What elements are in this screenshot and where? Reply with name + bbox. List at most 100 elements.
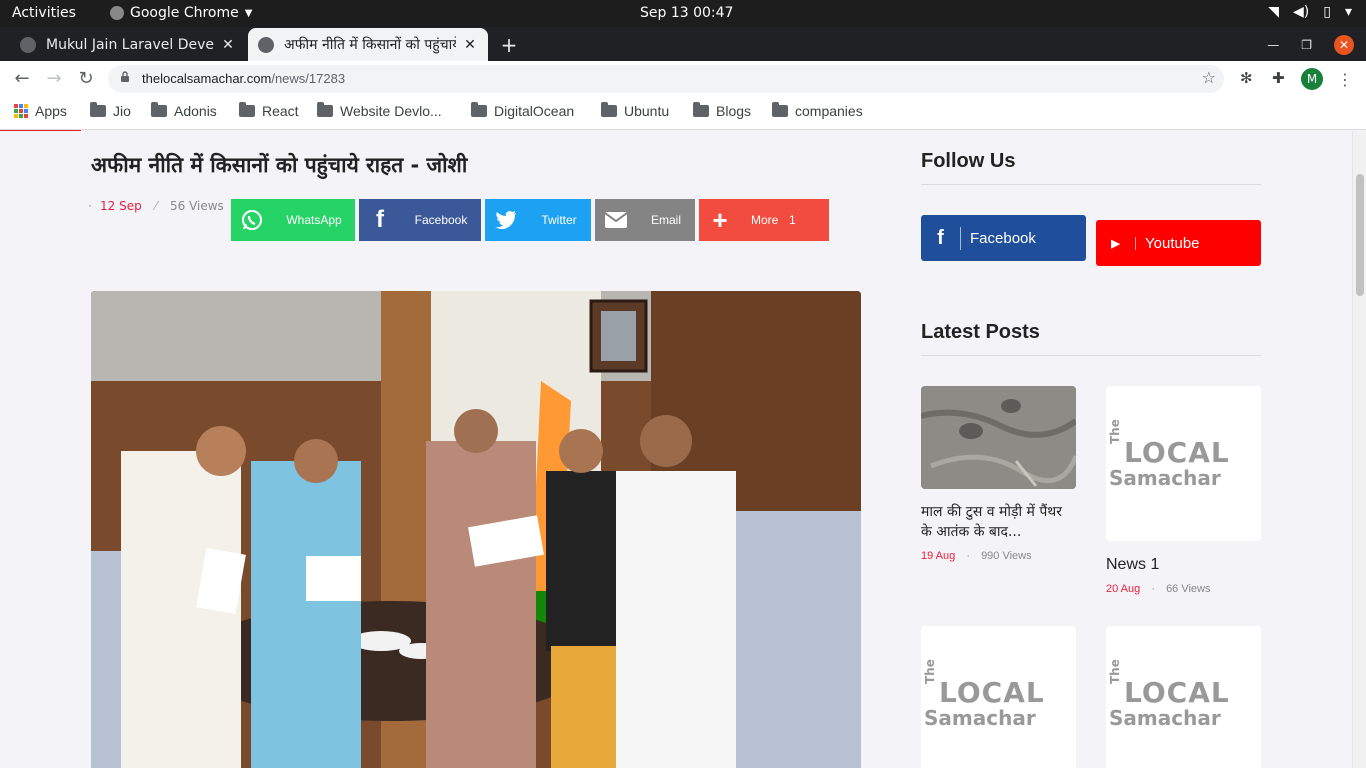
system-tray[interactable]: ◥ ◀) ▯ ▾ xyxy=(1268,4,1352,20)
share-facebook-button[interactable]: f Facebook xyxy=(359,199,481,241)
bookmark-folder-adonis[interactable]: Adonis xyxy=(151,102,217,119)
share-more-button[interactable]: + More 1 xyxy=(699,199,829,241)
facebook-follow-label: Facebook xyxy=(970,229,1036,247)
activities-button[interactable]: Activities xyxy=(12,5,76,21)
bookmark-label: Apps xyxy=(35,103,67,119)
logo-the: The xyxy=(923,659,937,684)
meta-separator: · xyxy=(1151,583,1155,595)
bookmark-folder-react[interactable]: React xyxy=(239,102,299,119)
bookmark-star-icon[interactable]: ☆ xyxy=(1202,68,1216,87)
minimize-icon[interactable]: — xyxy=(1267,38,1279,52)
whatsapp-icon xyxy=(231,199,273,241)
bookmarks-bar: Apps Jio Adonis React Website Devlo... D… xyxy=(0,97,1366,130)
clock[interactable]: Sep 13 00:47 xyxy=(640,5,733,21)
logo-the: The xyxy=(1108,659,1122,684)
lock-icon xyxy=(121,71,129,82)
puzzle-extensions-icon[interactable]: ✚ xyxy=(1272,69,1285,87)
scrollbar-thumb[interactable] xyxy=(1356,174,1364,296)
new-tab-button[interactable]: + xyxy=(500,33,518,57)
folder-icon xyxy=(772,102,788,117)
article-hero-image xyxy=(91,291,861,768)
facebook-follow-button[interactable]: f Facebook xyxy=(921,215,1086,261)
tab-active[interactable]: अफीम नीति में किसानों को पहुंचाये ✕ xyxy=(248,28,488,61)
wifi-icon: ◥ xyxy=(1268,4,1280,20)
share-twitter-button[interactable]: Twitter xyxy=(485,199,591,241)
tab-inactive[interactable]: Mukul Jain Laravel Develo ✕ xyxy=(10,28,246,61)
post-thumbnail[interactable]: The LOCAL Samachar xyxy=(921,626,1076,768)
back-arrow-icon[interactable]: ← xyxy=(11,68,33,90)
close-tab-icon[interactable]: ✕ xyxy=(462,37,478,53)
youtube-icon: ▶ xyxy=(1096,236,1136,250)
post-views: 990 Views xyxy=(981,550,1032,562)
chrome-menu-icon[interactable]: ⋮ xyxy=(1337,70,1353,89)
follow-us-heading: Follow Us xyxy=(921,150,1016,172)
chrome-icon xyxy=(110,6,124,20)
share-whatsapp-button[interactable]: WhatsApp xyxy=(231,199,355,241)
divider xyxy=(921,184,1261,185)
extension-icon[interactable]: ✻ xyxy=(1240,69,1253,87)
browser-toolbar: ← → ↻ thelocalsamachar.com/news/17283 ☆ … xyxy=(0,61,1366,97)
bookmark-folder-jio[interactable]: Jio xyxy=(90,102,131,119)
youtube-follow-button[interactable]: ▶ Youtube xyxy=(1096,220,1261,266)
bookmark-folder-digitalocean[interactable]: DigitalOcean xyxy=(471,102,574,119)
post-thumbnail[interactable] xyxy=(921,386,1076,489)
share-label: Twitter xyxy=(541,213,577,227)
logo-local: LOCAL xyxy=(939,676,1045,709)
bookmark-folder-companies[interactable]: companies xyxy=(772,102,863,119)
post-title[interactable]: माल की टुस व मोड़ी में पैंथर के आतंक के … xyxy=(921,502,1071,542)
tab-title: Mukul Jain Laravel Develo xyxy=(46,36,214,53)
article-date: 12 Sep xyxy=(100,199,142,213)
tab-title: अफीम नीति में किसानों को पहुंचाये xyxy=(284,37,456,53)
bookmark-label: Blogs xyxy=(716,103,752,119)
share-label: Facebook xyxy=(414,213,468,227)
folder-icon xyxy=(601,102,617,117)
local-samachar-logo: The LOCAL Samachar xyxy=(1106,419,1261,490)
bookmark-folder-blogs[interactable]: Blogs xyxy=(693,102,752,119)
forward-arrow-icon[interactable]: → xyxy=(43,68,65,90)
maximize-icon[interactable]: ❐ xyxy=(1301,38,1312,52)
plus-icon: + xyxy=(712,204,728,235)
folder-icon xyxy=(90,102,106,117)
logo-samachar: Samachar xyxy=(924,706,1036,730)
bookmark-folder-ubuntu[interactable]: Ubuntu xyxy=(601,102,670,119)
apps-grid-icon xyxy=(14,104,28,118)
address-bar[interactable]: thelocalsamachar.com/news/17283 ☆ xyxy=(108,65,1224,93)
local-samachar-logo: The LOCAL Samachar xyxy=(1106,659,1261,730)
url-text: thelocalsamachar.com/news/17283 xyxy=(142,71,345,86)
post-meta: 20 Aug · 66 Views xyxy=(1106,583,1211,595)
post-meta: 19 Aug · 990 Views xyxy=(921,550,1032,562)
bookmark-label: companies xyxy=(795,103,863,119)
battery-icon: ▯ xyxy=(1323,4,1331,20)
post-date: 19 Aug xyxy=(921,550,956,562)
bookmark-folder-website[interactable]: Website Devlo... xyxy=(317,102,442,119)
bookmark-label: Adonis xyxy=(174,103,217,119)
page-scrollbar[interactable] xyxy=(1352,131,1366,768)
close-window-icon[interactable]: ✕ xyxy=(1334,35,1354,55)
share-label: WhatsApp xyxy=(286,213,342,227)
post-thumbnail[interactable]: The LOCAL Samachar xyxy=(1106,386,1261,541)
window-controls: — ❐ ✕ xyxy=(1267,35,1354,55)
post-date: 20 Aug xyxy=(1106,583,1141,595)
divider xyxy=(921,355,1261,356)
post-title[interactable]: News 1 xyxy=(1106,555,1159,575)
bookmark-apps[interactable]: Apps xyxy=(14,103,67,119)
url-path: /news/17283 xyxy=(271,71,346,86)
twitter-icon xyxy=(485,199,527,241)
bookmark-label: Ubuntu xyxy=(624,103,670,119)
close-tab-icon[interactable]: ✕ xyxy=(220,37,236,53)
app-name: Google Chrome xyxy=(130,5,239,21)
system-top-bar: Activities Google Chrome ▼ Sep 13 00:47 … xyxy=(0,0,1366,27)
app-menu[interactable]: Google Chrome ▼ xyxy=(110,5,252,21)
reload-icon[interactable]: ↻ xyxy=(75,68,97,90)
profile-avatar[interactable]: M xyxy=(1301,68,1323,90)
power-menu-icon: ▾ xyxy=(1344,4,1352,20)
bookmark-label: Website Devlo... xyxy=(340,103,442,119)
local-samachar-logo: The LOCAL Samachar xyxy=(921,659,1076,730)
share-email-button[interactable]: Email xyxy=(595,199,695,241)
post-thumbnail[interactable]: The LOCAL Samachar xyxy=(1106,626,1261,768)
views-icon: ⁄ xyxy=(155,199,158,213)
logo-samachar: Samachar xyxy=(1109,706,1221,730)
youtube-follow-label: Youtube xyxy=(1145,234,1200,252)
bookmark-label: Jio xyxy=(113,103,131,119)
page-content: अफीम नीति में किसानों को पहुंचाये राहत -… xyxy=(0,131,1352,768)
